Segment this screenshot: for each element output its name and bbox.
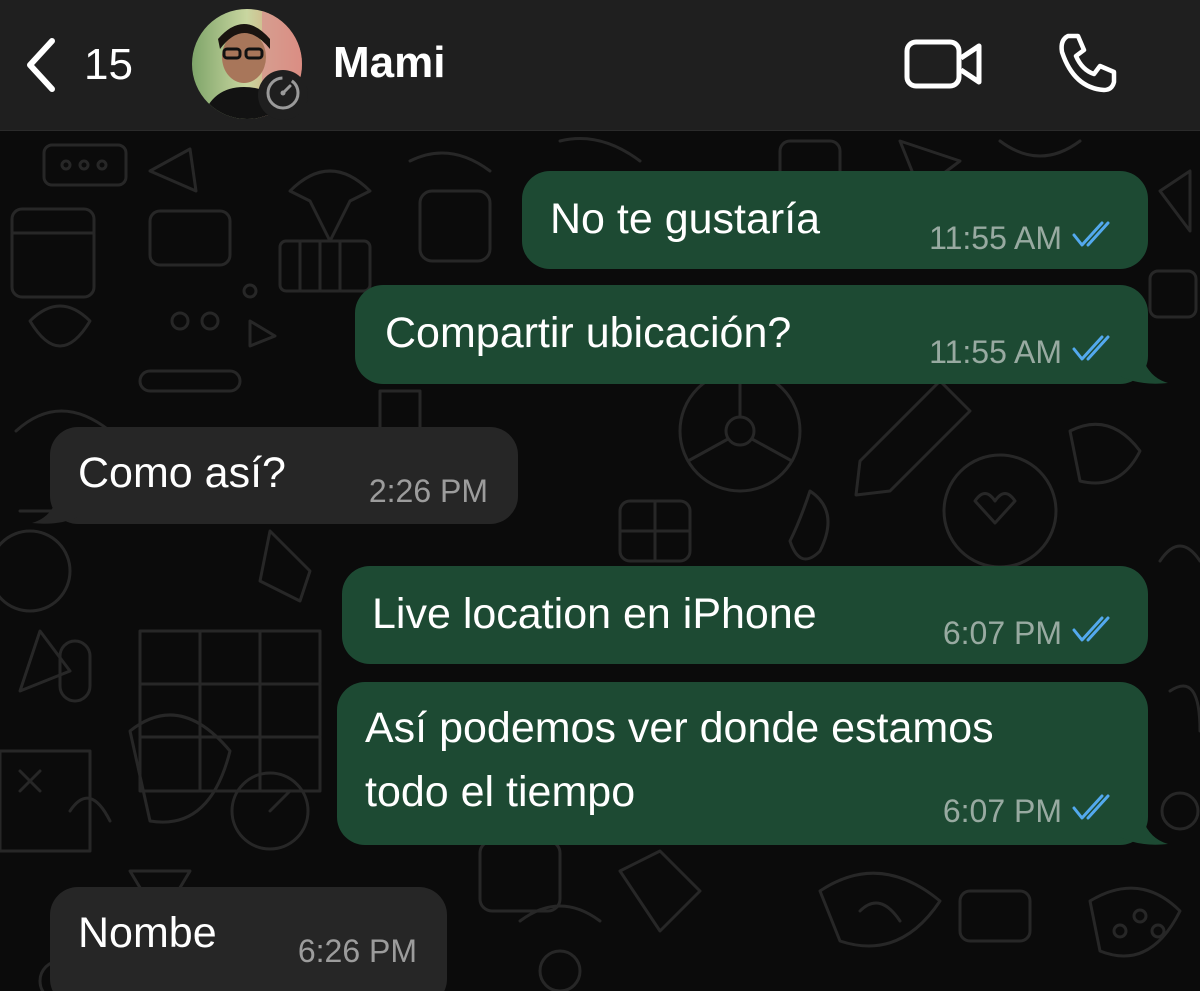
double-check-icon — [1062, 614, 1118, 652]
back-button[interactable]: 15 — [22, 30, 133, 100]
message-bubble-outgoing[interactable]: No te gustaría 11:55 AM — [522, 171, 1148, 269]
unread-count: 15 — [84, 40, 133, 89]
message-meta: 11:55 AM — [929, 333, 1118, 371]
video-call-button[interactable] — [903, 36, 985, 97]
video-call-icon — [903, 39, 985, 96]
status-timer-badge — [258, 70, 308, 120]
message-time: 2:26 PM — [368, 473, 488, 509]
bubble-tail — [1120, 346, 1168, 384]
voice-call-button[interactable] — [1054, 30, 1120, 101]
message-time: 6:07 PM — [942, 792, 1062, 829]
message-text-line-1: Así podemos ver donde estamos — [365, 704, 994, 752]
message-meta: 6:07 PM — [943, 792, 1118, 830]
message-meta: 11:55 AM — [929, 219, 1118, 257]
bubble-tail — [32, 486, 80, 524]
message-bubble-incoming[interactable]: Como así? 2:26 PM — [50, 427, 518, 524]
message-bubble-outgoing[interactable]: Live location en iPhone 6:07 PM — [342, 566, 1148, 664]
bubble-tail — [1120, 807, 1168, 845]
double-check-icon — [1062, 333, 1118, 371]
message-text: Como así? — [78, 449, 286, 497]
double-check-icon — [1062, 792, 1118, 830]
message-bubble-incoming[interactable]: Nombe 6:26 PM — [50, 887, 447, 991]
message-time: 11:55 AM — [929, 219, 1062, 256]
message-time: 6:07 PM — [942, 614, 1062, 651]
message-bubble-outgoing[interactable]: Así podemos ver donde estamos todo el ti… — [337, 682, 1148, 845]
message-meta: 6:07 PM — [943, 614, 1118, 652]
chat-area[interactable]: No te gustaría 11:55 AM Compartir ubicac… — [0, 131, 1200, 991]
message-text: No te gustaría — [550, 195, 821, 243]
message-bubble-outgoing[interactable]: Compartir ubicación? 11:55 AM — [355, 285, 1148, 384]
status-timer-icon — [263, 73, 303, 118]
double-check-icon — [1062, 219, 1118, 257]
message-time: 11:55 AM — [929, 333, 1062, 370]
phone-icon — [1054, 33, 1120, 100]
chat-header: 15 Mami — [0, 0, 1200, 131]
message-text-line-2: todo el tiempo — [365, 768, 636, 816]
message-text: Compartir ubicación? — [385, 309, 792, 357]
message-text: Live location en iPhone — [372, 590, 817, 638]
message-meta: 6:26 PM — [298, 933, 417, 970]
contact-name[interactable]: Mami — [333, 38, 445, 88]
message-text: Nombe — [78, 909, 217, 957]
chevron-left-icon — [22, 35, 58, 95]
message-time: 6:26 PM — [297, 933, 417, 969]
message-meta: 2:26 PM — [369, 473, 488, 510]
